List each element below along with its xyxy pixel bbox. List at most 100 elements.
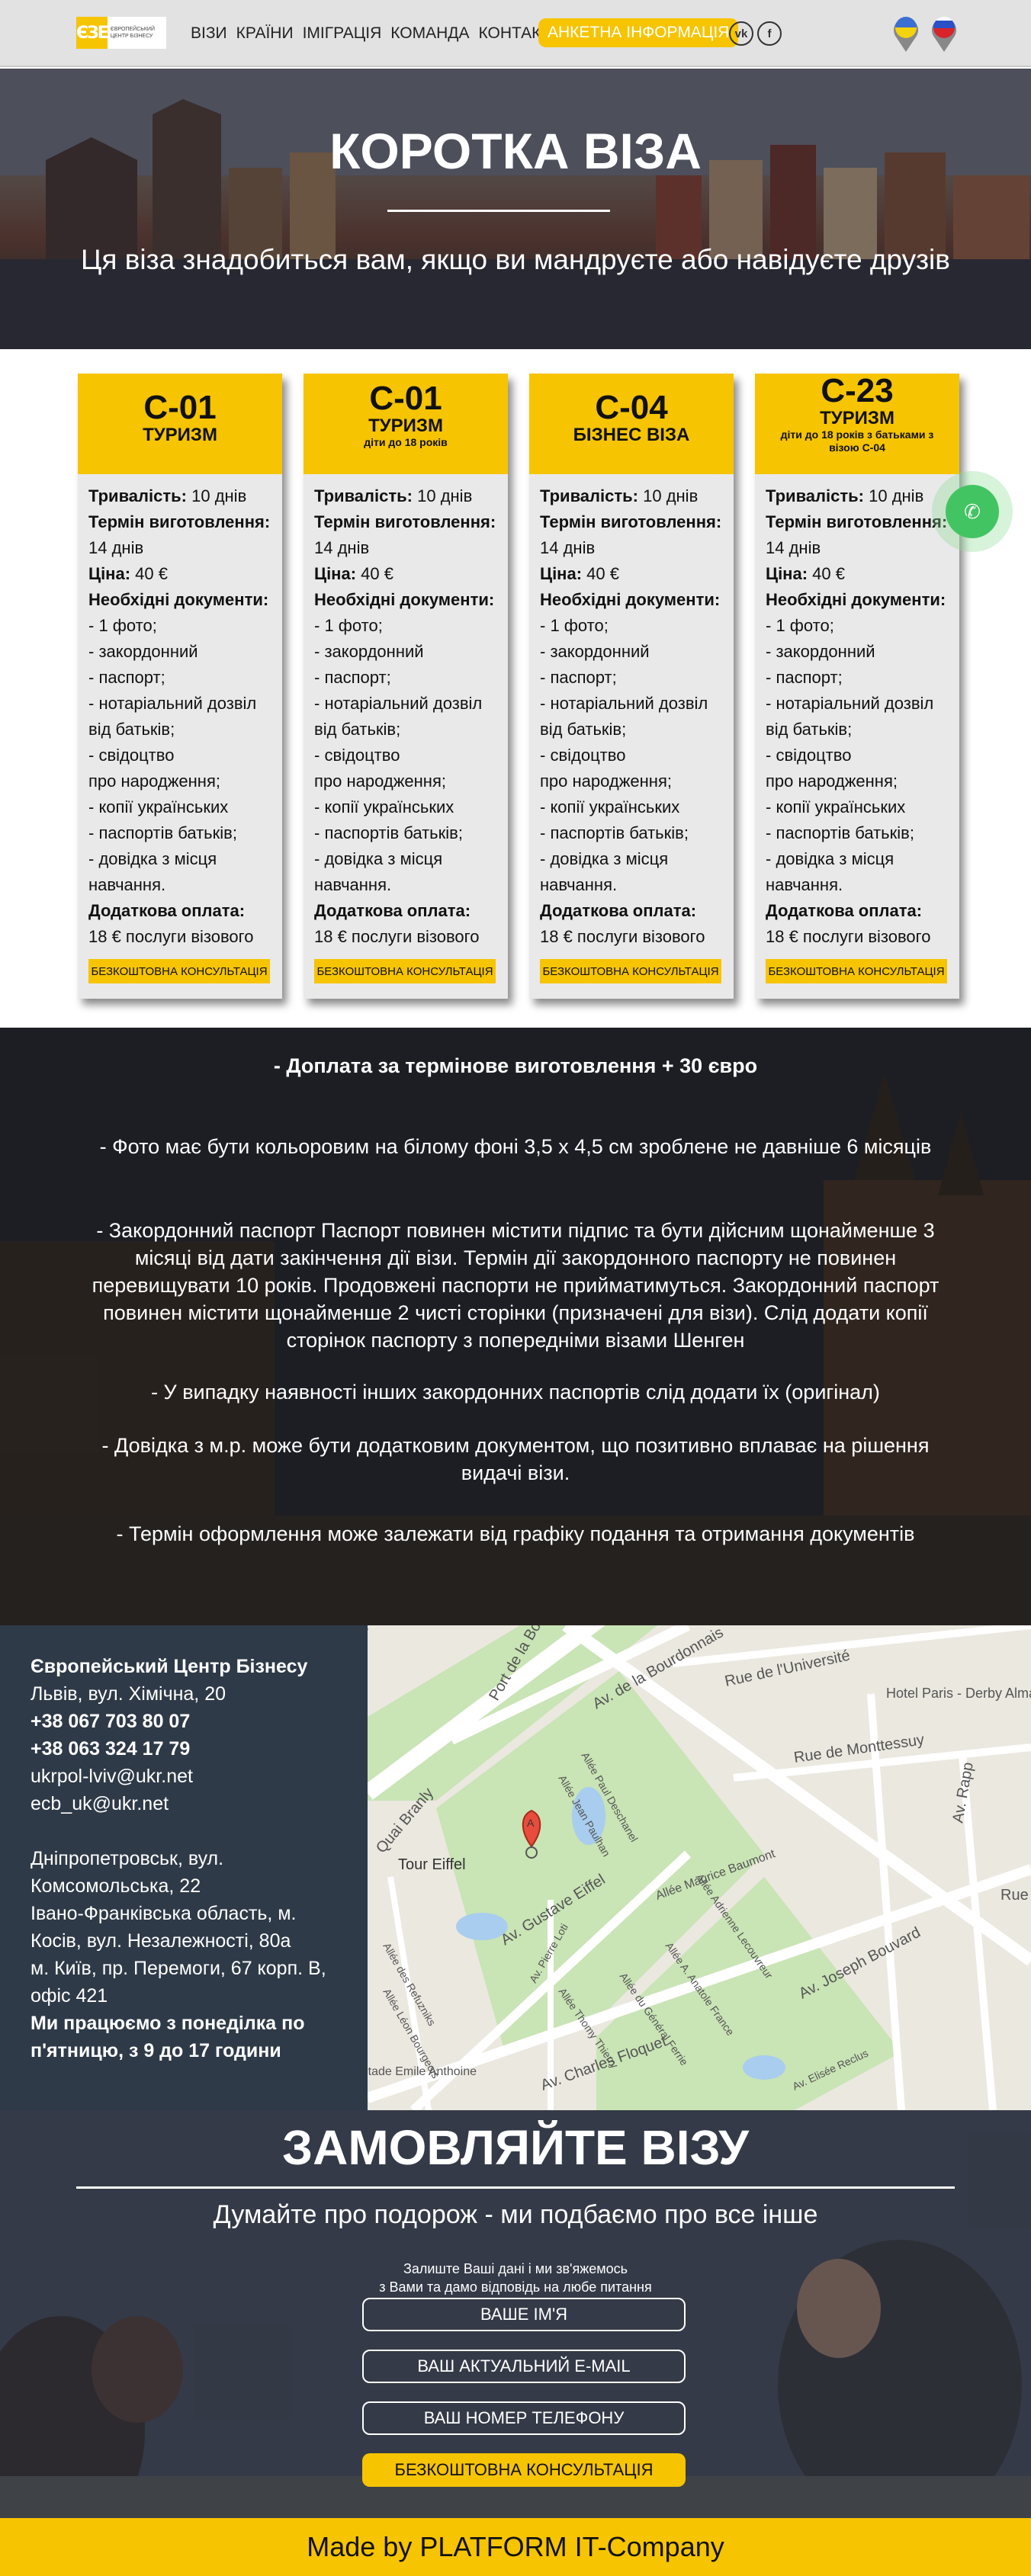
nav-item-team[interactable]: КОМАНДА xyxy=(386,21,474,46)
phone-1[interactable]: +38 067 703 80 07 xyxy=(31,1711,190,1732)
card-code: C-01 xyxy=(369,380,442,417)
price-value: 40 € xyxy=(812,564,845,583)
doc-item: - закордонний xyxy=(88,642,198,661)
email-2[interactable]: ecb_uk@ukr.net xyxy=(31,1790,368,1817)
doc-item: - паспортів батьків; xyxy=(540,823,689,842)
free-consultation-button[interactable]: БЕЗКОШТОВНА КОНСУЛЬТАЦІЯ xyxy=(314,959,496,983)
info-paragraph: - Термін оформлення може залежати від гр… xyxy=(116,1522,915,1545)
visa-card: C-01 ТУРИЗМ Тривалість: 10 днів Термін в… xyxy=(78,374,282,999)
duration-label: Тривалість: xyxy=(540,486,638,505)
duration-value: 10 днів xyxy=(643,486,699,505)
extra-value: 18 € послуги візового xyxy=(766,927,931,946)
doc-item: - свідоцтво xyxy=(314,746,400,765)
doc-item: - копії українських xyxy=(314,797,454,816)
phone-input[interactable]: ВАШ НОМЕР ТЕЛЕФОНУ xyxy=(362,2401,686,2435)
logo[interactable]: ЄЗЕ ЄВРОПЕЙСЬКИЙ ЦЕНТР БІЗНЕСУ xyxy=(76,17,166,49)
doc-item: - свідоцтво xyxy=(88,746,175,765)
vk-icon[interactable]: vk xyxy=(729,21,753,46)
nav-item-countries[interactable]: КРАЇНИ xyxy=(232,21,298,46)
doc-item: про народження; xyxy=(766,772,898,791)
phone-2[interactable]: +38 063 324 17 79 xyxy=(31,1738,190,1760)
location-map[interactable]: Port de la Bourdonnais Av. de la Bourdon… xyxy=(368,1625,1031,2110)
map-canvas[interactable]: Port de la Bourdonnais Av. de la Bourdon… xyxy=(368,1625,1031,2110)
card-name: БІЗНЕС ВІЗА xyxy=(573,425,690,445)
free-consultation-button[interactable]: БЕЗКОШТОВНА КОНСУЛЬТАЦІЯ xyxy=(766,959,947,983)
term-value: 14 днів xyxy=(314,538,370,557)
name-input[interactable]: ВАШЕ ІМ'Я xyxy=(362,2298,686,2331)
doc-item: від батьків; xyxy=(314,720,401,739)
contacts-panel: Європейський Центр Бізнесу Львів, вул. Х… xyxy=(0,1625,368,2110)
extra-label: Додаткова оплата: xyxy=(88,901,246,920)
russia-flag-icon[interactable] xyxy=(929,11,959,53)
doc-item: - паспортів батьків; xyxy=(314,823,463,842)
info-paragraph: - У випадку наявності інших закордонних … xyxy=(151,1381,880,1403)
card-code: C-01 xyxy=(143,389,217,426)
doc-item: - 1 фото; xyxy=(314,616,383,635)
extra-value: 18 € послуги візового xyxy=(314,927,480,946)
questionnaire-button[interactable]: АНКЕТНА ІНФОРМАЦІЯ xyxy=(538,18,739,47)
map-label: Rue S xyxy=(1000,1887,1031,1904)
price-value: 40 € xyxy=(361,564,393,583)
doc-item: навчання. xyxy=(314,875,392,894)
ukraine-flag-icon[interactable] xyxy=(891,11,921,53)
page-subtitle: Ця віза знадобиться вам, якщо ви мандрує… xyxy=(81,244,950,275)
order-note: Залиште Ваші дані і ми зв'яжемось з Вами… xyxy=(0,2260,1031,2296)
term-value: 14 днів xyxy=(88,538,144,557)
card-header: C-01 ТУРИЗМ xyxy=(78,374,282,474)
card-body: Тривалість: 10 днів Термін виготовлення:… xyxy=(755,474,959,950)
docs-label: Необхідні документи: xyxy=(88,590,269,609)
nav-item-immigration[interactable]: ІМІГРАЦІЯ xyxy=(298,21,387,46)
address-kyiv: м. Київ, пр. Перемоги, 67 корп. В, офіс … xyxy=(31,1958,326,2007)
order-subtitle: Думайте про подорож - ми подбаємо про вс… xyxy=(213,2200,818,2229)
card-body: Тривалість: 10 днів Термін виготовлення:… xyxy=(529,474,734,950)
doc-item: - довідка з місця xyxy=(314,849,443,868)
address-dnipro: Дніпропетровськ, вул. Комсомольська, 22 xyxy=(31,1848,224,1897)
logo-mark-icon: ЄЗЕ xyxy=(76,17,109,49)
nav-item-visas[interactable]: ВІЗИ xyxy=(186,21,232,46)
doc-item: навчання. xyxy=(88,875,166,894)
working-hours: Ми працюємо з понеділка по п'ятницю, з 9… xyxy=(31,2013,305,2061)
order-note-line: Залиште Ваші дані і ми зв'яжемось xyxy=(403,2261,628,2276)
email-input[interactable]: ВАШ АКТУАЛЬНИЙ E-MAIL xyxy=(362,2350,686,2383)
term-label: Термін виготовлення: xyxy=(88,512,271,531)
doc-item: - копії українських xyxy=(88,797,229,816)
site-header: ЄЗЕ ЄВРОПЕЙСЬКИЙ ЦЕНТР БІЗНЕСУ ВІЗИ КРАЇ… xyxy=(0,0,1031,67)
price-value: 40 € xyxy=(135,564,168,583)
doc-item: про народження; xyxy=(314,772,446,791)
term-label: Термін виготовлення: xyxy=(314,512,496,531)
doc-item: - 1 фото; xyxy=(540,616,609,635)
map-label: Stade Emile Anthoine xyxy=(368,2065,477,2078)
doc-item: від батьків; xyxy=(88,720,175,739)
doc-item: - паспорт; xyxy=(314,668,391,687)
free-consultation-button[interactable]: БЕЗКОШТОВНА КОНСУЛЬТАЦІЯ xyxy=(540,959,721,983)
card-name: ТУРИЗМ xyxy=(143,425,217,445)
callback-widget[interactable]: ✆ xyxy=(932,471,1013,552)
card-code: C-23 xyxy=(821,372,894,409)
card-note: діти до 18 років з батьками з візою C-04 xyxy=(780,428,934,454)
doc-item: - паспортів батьків; xyxy=(766,823,914,842)
term-label: Термін виготовлення: xyxy=(540,512,722,531)
extra-label: Додаткова оплата: xyxy=(540,901,697,920)
hero-banner: КОРОТКА ВІЗА Ця віза знадобиться вам, як… xyxy=(0,69,1031,349)
map-label: Hotel Paris - Derby Alma xyxy=(886,1686,1031,1701)
title-divider xyxy=(387,210,610,212)
page-title: КОРОТКА ВІЗА xyxy=(329,123,702,179)
email-1[interactable]: ukrpol-lviv@ukr.net xyxy=(31,1763,368,1790)
price-label: Ціна: xyxy=(88,564,131,583)
facebook-icon[interactable]: f xyxy=(757,21,782,46)
doc-item: - паспорт; xyxy=(766,668,843,687)
doc-item: - довідка з місця xyxy=(88,849,217,868)
info-paragraph: - Закордонний паспорт Паспорт повинен мі… xyxy=(92,1219,939,1352)
doc-item: - свідоцтво xyxy=(540,746,626,765)
visa-card: C-23 ТУРИЗМ діти до 18 років з батьками … xyxy=(755,374,959,999)
free-consultation-button[interactable]: БЕЗКОШТОВНА КОНСУЛЬТАЦІЯ xyxy=(88,959,270,983)
phone-icon[interactable]: ✆ xyxy=(946,485,999,538)
info-paragraph: - Довідка з м.р. може бути додатковим до… xyxy=(101,1434,930,1484)
doc-item: - нотаріальний дозвіл xyxy=(314,694,483,713)
duration-value: 10 днів xyxy=(869,486,924,505)
footer-credit[interactable]: Made by PLATFORM IT-Company xyxy=(0,2518,1031,2576)
doc-item: - копії українських xyxy=(540,797,680,816)
card-name: ТУРИЗМ xyxy=(820,408,894,428)
submit-consultation-button[interactable]: БЕЗКОШТОВНА КОНСУЛЬТАЦІЯ xyxy=(362,2453,686,2487)
card-name: ТУРИЗМ xyxy=(368,415,443,436)
